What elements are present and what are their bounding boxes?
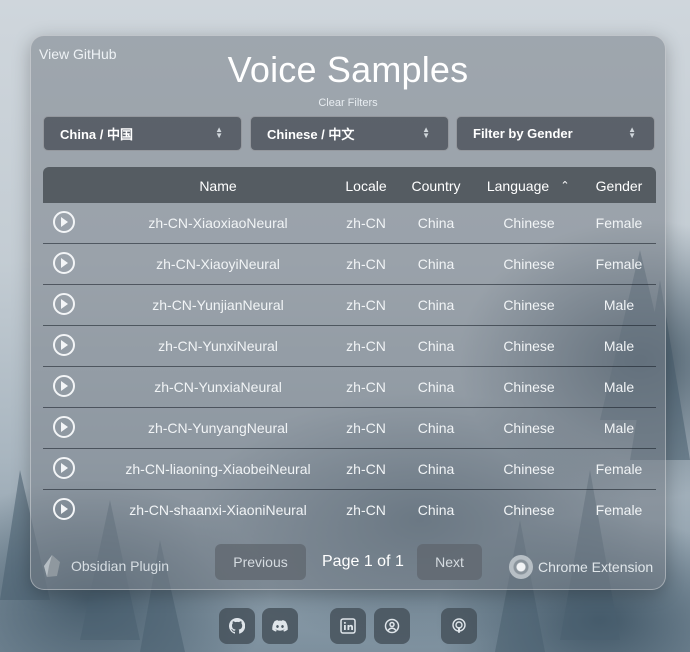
obsidian-icon (44, 555, 60, 577)
cell-country: China (417, 297, 455, 313)
cell-name: zh-CN-YunyangNeural (147, 420, 289, 436)
cell-locale: zh-CN (346, 256, 386, 272)
cell-gender: Female (595, 461, 643, 477)
cell-language: Chinese (503, 256, 555, 272)
table-row: zh-CN-liaoning-XiaobeiNeural zh-CN China Ch… (43, 449, 656, 490)
cell-locale: zh-CN (346, 338, 386, 354)
play-icon[interactable] (53, 457, 75, 479)
cell-country: China (417, 379, 455, 395)
chevron-updown-icon: ▲ ▼ (422, 125, 430, 140)
cell-gender: Female (595, 256, 643, 272)
column-header-gender[interactable]: Gender (596, 178, 643, 194)
obsidian-plugin-link[interactable]: Obsidian Plugin (41, 554, 169, 578)
cell-country: China (417, 502, 455, 518)
clear-filters-link[interactable]: Clear Filters (31, 97, 665, 109)
cell-gender: Female (595, 502, 643, 518)
podcast-icon[interactable] (441, 608, 477, 644)
column-header-language[interactable]: Language (487, 178, 549, 194)
column-header-country[interactable]: Country (411, 178, 460, 194)
play-icon[interactable] (53, 293, 75, 315)
cell-name: zh-CN-XiaoxiaoNeural (148, 215, 288, 231)
play-icon[interactable] (53, 416, 75, 438)
cell-locale: zh-CN (346, 215, 386, 231)
table-row: zh-CN-XiaoyiNeural zh-CN China Chinese Femal… (43, 244, 656, 285)
cell-language: Chinese (503, 338, 555, 354)
table-row: zh-CN-XiaoxiaoNeural zh-CN China Chinese Fem… (43, 203, 656, 244)
cell-country: China (417, 420, 455, 436)
cell-country: China (417, 215, 455, 231)
cell-language: Chinese (503, 297, 555, 313)
chevron-updown-icon: ▲ ▼ (628, 125, 636, 140)
cell-gender: Male (603, 297, 635, 313)
play-icon[interactable] (53, 334, 75, 356)
cell-locale: zh-CN (346, 502, 386, 518)
cell-name: zh-CN-YunxiaNeural (154, 379, 282, 395)
table-row: zh-CN-YunyangNeural zh-CN China Chinese Male (43, 408, 656, 449)
chrome-icon (509, 555, 533, 579)
table-row: zh-CN-shaanxi-XiaoniNeural zh-CN China Chin… (43, 490, 656, 531)
cell-name: zh-CN-XiaoyiNeural (156, 256, 280, 272)
play-icon[interactable] (53, 252, 75, 274)
next-button[interactable]: Next (417, 544, 482, 580)
cell-language: Chinese (503, 379, 555, 395)
cell-name: zh-CN-YunxiNeural (158, 338, 278, 354)
cell-language: Chinese (503, 461, 555, 477)
cell-name: zh-CN-YunjianNeural (152, 297, 284, 313)
cell-gender: Male (603, 420, 635, 436)
chrome-extension-link[interactable]: Chrome Extension (509, 555, 653, 579)
cell-country: China (417, 338, 455, 354)
chevron-updown-icon: ▲ ▼ (215, 125, 223, 140)
play-icon[interactable] (53, 498, 75, 520)
table-row: zh-CN-YunjianNeural zh-CN China Chinese Male (43, 285, 656, 326)
cell-gender: Male (603, 379, 635, 395)
table-row: zh-CN-YunxiaNeural zh-CN China Chinese Male (43, 367, 656, 408)
language-select[interactable]: Chinese / 中文 ▲ ▼ (250, 116, 449, 151)
cell-name: zh-CN-liaoning-XiaobeiNeural (125, 461, 311, 477)
voices-table: Name Locale Country Language ⌃ Gender zh… (43, 167, 656, 531)
github-icon[interactable] (219, 608, 255, 644)
obsidian-plugin-label: Obsidian Plugin (71, 558, 170, 574)
sort-ascending-icon: ⌃ (560, 180, 570, 192)
cell-language: Chinese (503, 502, 555, 518)
play-icon[interactable] (53, 211, 75, 233)
chrome-extension-label: Chrome Extension (538, 559, 654, 575)
table-row: zh-CN-YunxiNeural zh-CN China Chinese Male (43, 326, 656, 367)
page-info: Page 1 of 1 (322, 553, 404, 570)
cell-gender: Female (595, 215, 643, 231)
linkedin-icon[interactable] (330, 608, 366, 644)
language-select-value: Chinese / 中文 (267, 127, 355, 142)
cell-name: zh-CN-shaanxi-XiaoniNeural (129, 502, 307, 518)
table-header: Name Locale Country Language ⌃ Gender (43, 167, 656, 203)
cell-country: China (417, 256, 455, 272)
voice-samples-panel: View GitHub Voice Samples Clear Filters … (30, 35, 666, 590)
country-select-value: China / 中国 (60, 127, 133, 142)
previous-button[interactable]: Previous (215, 544, 306, 580)
discord-icon[interactable] (262, 608, 298, 644)
cell-language: Chinese (503, 420, 555, 436)
gender-select[interactable]: Filter by Gender ▲ ▼ (456, 116, 655, 151)
country-select[interactable]: China / 中国 ▲ ▼ (43, 116, 242, 151)
play-icon[interactable] (53, 375, 75, 397)
table-body: zh-CN-XiaoxiaoNeural zh-CN China Chinese Fem… (43, 203, 656, 531)
cell-country: China (417, 461, 455, 477)
column-header-name[interactable]: Name (199, 178, 236, 194)
cell-locale: zh-CN (346, 461, 386, 477)
cell-gender: Male (603, 338, 635, 354)
profile-icon[interactable] (374, 608, 410, 644)
page-title: Voice Samples (227, 49, 469, 90)
cell-locale: zh-CN (346, 297, 386, 313)
cell-locale: zh-CN (346, 379, 386, 395)
cell-language: Chinese (503, 215, 555, 231)
column-header-locale[interactable]: Locale (345, 178, 386, 194)
cell-locale: zh-CN (346, 420, 386, 436)
gender-select-value: Filter by Gender (473, 126, 573, 141)
